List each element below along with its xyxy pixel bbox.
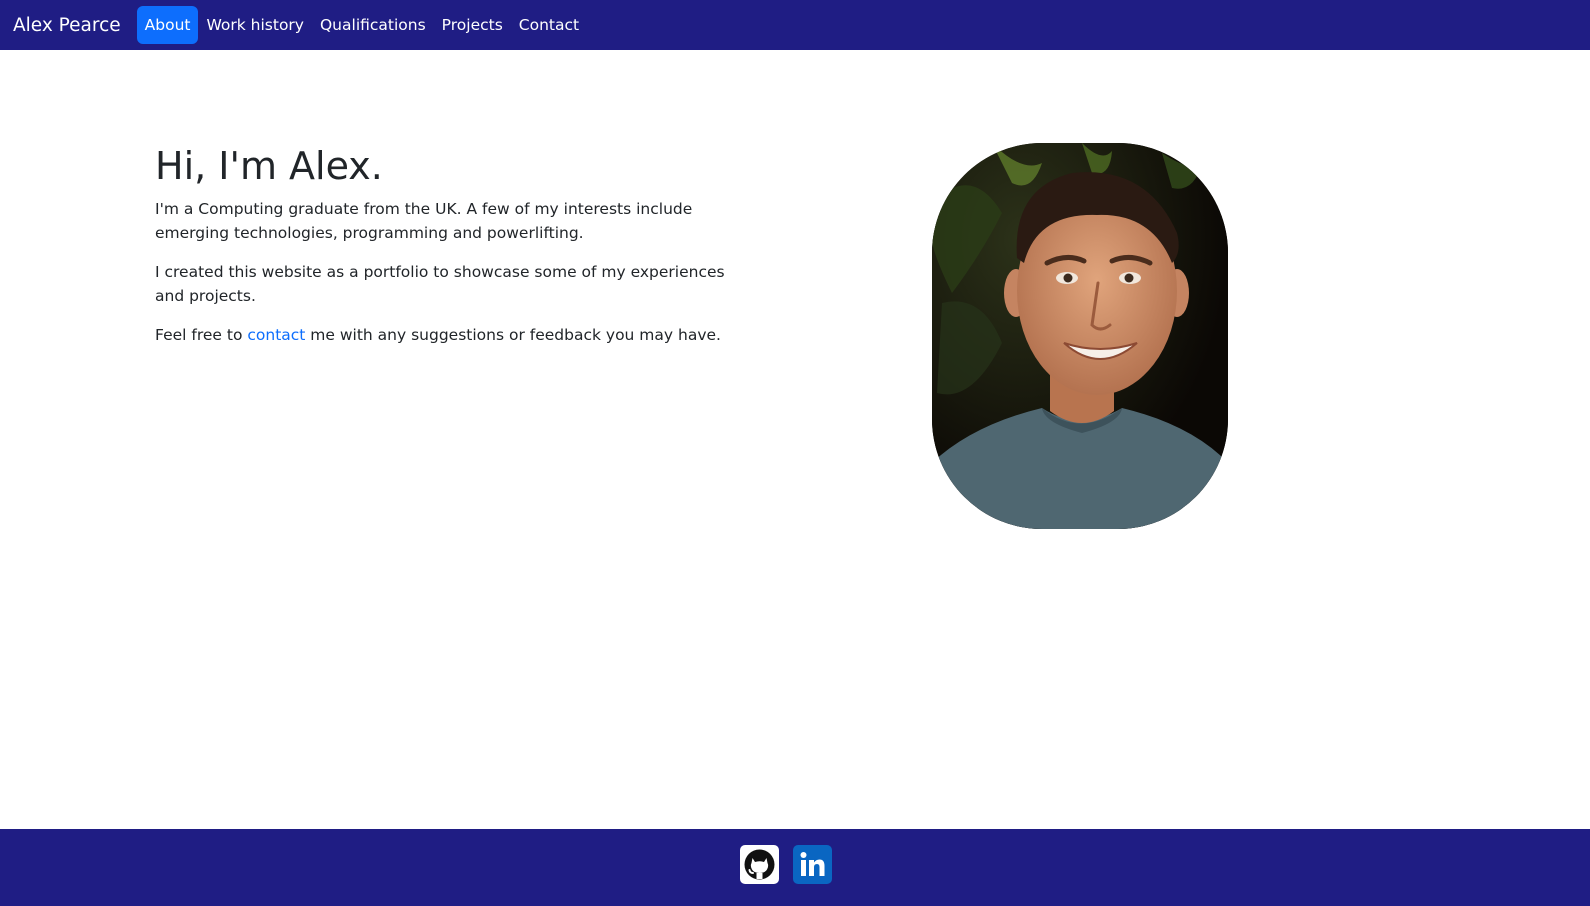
nav-item-qualifications[interactable]: Qualifications (312, 6, 434, 44)
footer (0, 829, 1590, 906)
brand-link[interactable]: Alex Pearce (13, 15, 121, 36)
contact-link[interactable]: contact (247, 326, 305, 344)
intro-paragraph: I'm a Computing graduate from the UK. A … (155, 199, 693, 242)
nav-menu: About Work history Qualifications Projec… (136, 6, 587, 44)
about-section: Hi, I'm Alex. I'm a Computing graduate f… (155, 143, 725, 362)
nav-item-projects[interactable]: Projects (434, 6, 511, 44)
linkedin-icon (800, 852, 825, 876)
contact-paragraph: Feel free to contact me with any suggest… (155, 323, 725, 347)
contact-text-after: me with any suggestions or feedback you … (305, 325, 721, 344)
linkedin-link[interactable] (793, 845, 832, 884)
nav-item-work-history[interactable]: Work history (198, 6, 312, 44)
github-link[interactable] (740, 845, 779, 884)
nav-item-contact[interactable]: Contact (511, 6, 587, 44)
github-icon (744, 849, 775, 880)
person-photo (932, 143, 1228, 529)
portfolio-paragraph: I created this website as a portfolio to… (155, 262, 725, 305)
contact-text-before: Feel free to (155, 325, 248, 344)
profile-photo (932, 143, 1228, 529)
page-heading: Hi, I'm Alex. (155, 144, 383, 188)
nav-item-about[interactable]: About (136, 6, 199, 44)
top-navbar: Alex Pearce About Work history Qualifica… (0, 0, 1590, 50)
